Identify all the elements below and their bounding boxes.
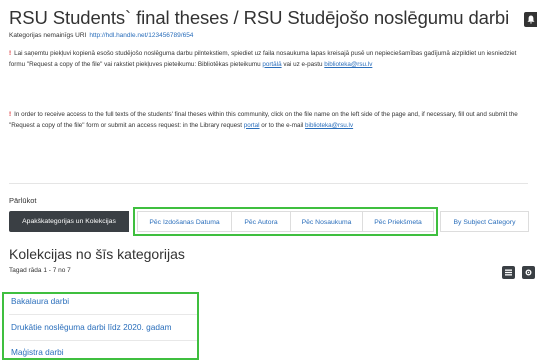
alert-mark: ! — [9, 111, 12, 118]
notice-text-mid: vai uz e-pastu — [281, 60, 325, 68]
browse-by-subject-category-button[interactable]: By Subject Category — [440, 211, 529, 232]
notice-text-mid: or to the e-mail — [259, 121, 306, 129]
bell-icon[interactable] — [524, 12, 537, 27]
portal-link[interactable]: portal — [244, 122, 260, 129]
uri-link[interactable]: http://hdl.handle.net/123456789/654 — [89, 32, 193, 39]
highlight-browse-options — [133, 207, 438, 236]
browse-label: Pārlūkot — [9, 196, 37, 205]
collection-link[interactable]: Drukātie noslēguma darbi līdz 2020. gada… — [11, 322, 172, 332]
results-count: Tagad rāda 1 - 7 no 7 — [9, 267, 71, 274]
divider — [9, 183, 528, 184]
browse-subcategories-button[interactable]: Apakškategorijas un Kolekcijas — [9, 211, 129, 232]
notice-latvian: ! Lai saņemtu piekļuvi kopienā esošo stud… — [9, 49, 524, 70]
portal-link[interactable]: portālā — [262, 61, 281, 68]
collections-heading: Kolekcijas no šīs kategorijas — [9, 246, 185, 262]
list-divider — [9, 340, 197, 341]
page-title: RSU Students` final theses / RSU Studējo… — [9, 7, 510, 28]
email-link[interactable]: biblioteka@rsu.lv — [305, 122, 353, 129]
list-view-icon[interactable] — [502, 266, 515, 279]
list-divider — [9, 314, 197, 315]
collection-link[interactable]: Bakalaura darbi — [11, 296, 69, 306]
email-link[interactable]: biblioteka@rsu.lv — [324, 61, 372, 68]
settings-icon[interactable] — [522, 266, 535, 279]
uri-label: Kategorijas nemainīgs URI — [9, 32, 87, 39]
persistent-uri: Kategorijas nemainīgs URI http://hdl.hand… — [9, 32, 193, 39]
alert-mark: ! — [9, 50, 12, 57]
notice-english: ! In order to receive access to the full … — [9, 110, 524, 131]
collection-link[interactable]: Maģistra darbi — [11, 347, 64, 357]
